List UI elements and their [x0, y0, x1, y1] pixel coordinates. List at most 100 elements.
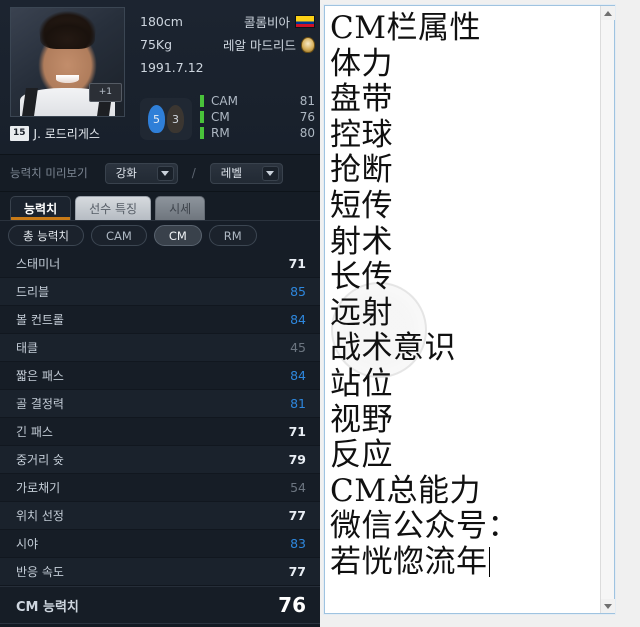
- stat-name: 짧은 패스: [16, 369, 64, 383]
- skill-moves-foot-icon: 5: [148, 105, 165, 133]
- player-birthdate: 1991.7.12: [140, 60, 204, 75]
- colombia-flag-icon: [295, 15, 315, 28]
- pill-cm[interactable]: CM: [153, 225, 202, 246]
- stat-value: 84: [290, 368, 306, 383]
- weak-foot-icon: 3: [167, 105, 184, 133]
- position-bar-icon: [200, 95, 204, 107]
- position-name: RM: [211, 126, 230, 140]
- position-value: 81: [299, 94, 315, 108]
- stat-name: 중거리 슛: [16, 453, 64, 467]
- stat-row: 가로채기 54: [0, 474, 320, 502]
- foot-rating-box: 5 3: [140, 98, 192, 140]
- stat-value: 79: [288, 452, 306, 467]
- stat-name: 스태미너: [16, 257, 61, 271]
- stat-value: 81: [290, 396, 306, 411]
- photo-mouth-shape: [56, 74, 79, 83]
- text-editor-viewport[interactable]: CM栏属性 体力 盘带 控球 抢断 短传 射术 长传 远射 战术意识 站位 视野…: [325, 6, 600, 613]
- player-name: J. 로드리게스: [33, 126, 100, 141]
- bio-row-height-nation: 180cm 콜롬비아: [140, 10, 315, 33]
- stat-row: 드리블 85: [0, 278, 320, 306]
- position-value: 76: [299, 110, 315, 124]
- stat-name: 긴 패스: [16, 425, 53, 439]
- photo-plus-badge: +1: [88, 83, 122, 102]
- stat-name: 가로채기: [16, 481, 61, 495]
- dropdown-separator: /: [191, 166, 196, 180]
- stat-row: 태클 45: [0, 334, 320, 362]
- total-ability-label: CM 능력치: [16, 599, 79, 615]
- position-bar-icon: [200, 127, 204, 139]
- tab-player-traits[interactable]: 선수 특징: [75, 196, 152, 220]
- player-bio: 180cm 콜롬비아 75Kg 레알 마드리드 1991.7.12: [140, 10, 315, 79]
- tab-market-price[interactable]: 시세: [155, 196, 206, 220]
- bio-row-weight-club: 75Kg 레알 마드리드: [140, 33, 315, 56]
- chevron-down-icon[interactable]: [261, 165, 279, 181]
- stat-name: 시야: [16, 537, 39, 551]
- tab-abilities[interactable]: 능력치: [10, 196, 72, 220]
- stat-row: 볼 컨트롤 84: [0, 306, 320, 334]
- stat-value: 84: [290, 312, 306, 327]
- stat-row: 긴 패스 71: [0, 418, 320, 446]
- editor-pane: CM栏属性 体力 盘带 控球 抢断 短传 射术 长传 远射 战术意识 站位 视野…: [320, 0, 640, 627]
- editor-scrollbar[interactable]: [600, 6, 615, 613]
- chevron-down-icon[interactable]: [156, 165, 174, 181]
- scroll-down-icon[interactable]: [601, 599, 615, 613]
- total-ability-row: CM 능력치 76: [0, 586, 320, 624]
- stat-value: 71: [288, 424, 306, 439]
- text-cursor: [488, 546, 490, 577]
- app-screen: +1 15 J. 로드리게스 180cm 콜롬비아 75Kg 레알 마드리드 1…: [0, 0, 640, 627]
- stat-row: 골 결정력 81: [0, 390, 320, 418]
- level-dropdown[interactable]: 레벨: [209, 162, 283, 184]
- stat-name: 드리블: [16, 285, 50, 299]
- position-bar-icon: [200, 111, 204, 123]
- player-detail-panel: +1 15 J. 로드리게스 180cm 콜롬비아 75Kg 레알 마드리드 1…: [0, 0, 320, 627]
- stat-value: 71: [288, 256, 306, 271]
- stat-name: 태클: [16, 341, 39, 355]
- scrollbar-track[interactable]: [601, 20, 614, 599]
- stat-value: 77: [288, 564, 306, 579]
- player-name-row: 15 J. 로드리게스: [10, 123, 126, 143]
- enhance-dropdown[interactable]: 강화: [104, 162, 178, 184]
- main-tab-bar: 능력치 선수 특징 시세: [0, 192, 320, 221]
- stat-row: 반응 속도 77: [0, 558, 320, 586]
- position-name: CM: [211, 110, 230, 124]
- player-height: 180cm: [140, 14, 183, 29]
- level-dropdown-value: 레벨: [220, 166, 242, 180]
- text-editor-content[interactable]: CM栏属性 体力 盘带 控球 抢断 短传 射术 长传 远射 战术意识 站位 视野…: [325, 6, 600, 581]
- stat-value: 85: [290, 284, 306, 299]
- stats-list: 스태미너 71 드리블 85 볼 컨트롤 84 태클 45 짧은 패스 84 골 결정력 81 긴 패스…: [0, 250, 320, 586]
- bio-row-birthdate: 1991.7.12: [140, 56, 315, 79]
- pill-total-ability[interactable]: 총 능력치: [8, 225, 84, 246]
- position-filter-pills: 총 능력치 CAM CM RM: [0, 221, 320, 250]
- pill-rm[interactable]: RM: [208, 225, 257, 246]
- stat-row: 스태미너 71: [0, 250, 320, 278]
- club-crest-icon: [301, 36, 315, 53]
- position-value: 80: [299, 126, 315, 140]
- stat-value: 54: [290, 480, 306, 495]
- scroll-up-icon[interactable]: [601, 6, 615, 20]
- stat-row: 짧은 패스 84: [0, 362, 320, 390]
- pill-cam[interactable]: CAM: [90, 225, 147, 246]
- player-weight: 75Kg: [140, 37, 173, 52]
- stat-name: 골 결정력: [16, 397, 64, 411]
- stat-name: 위치 선정: [16, 509, 64, 523]
- text-editor[interactable]: CM栏属性 体力 盘带 控球 抢断 短传 射术 长传 远射 战术意识 站位 视野…: [324, 5, 615, 614]
- player-nationality: 콜롬비아: [243, 15, 290, 30]
- position-name: CAM: [211, 94, 238, 108]
- stat-row: 위치 선정 77: [0, 502, 320, 530]
- stat-value: 77: [288, 508, 306, 523]
- jersey-number-badge: 15: [10, 125, 29, 141]
- position-row: RM 80: [200, 125, 315, 141]
- stat-name: 볼 컨트롤: [16, 313, 64, 327]
- stat-value: 83: [290, 536, 306, 551]
- position-row: CAM 81: [200, 93, 315, 109]
- total-ability-value: 76: [278, 593, 306, 617]
- player-club: 레알 마드리드: [223, 38, 296, 53]
- enhance-dropdown-value: 강화: [115, 166, 137, 180]
- stat-row: 시야 83: [0, 530, 320, 558]
- stat-name: 반응 속도: [16, 565, 64, 579]
- stat-preview-bar: 능력치 미리보기 강화 / 레벨: [0, 155, 320, 192]
- photo-hair-shape: [40, 16, 95, 50]
- stat-preview-label: 능력치 미리보기: [10, 166, 88, 180]
- player-card-header: +1 15 J. 로드리게스 180cm 콜롬비아 75Kg 레알 마드리드 1…: [0, 0, 320, 155]
- position-row: CM 76: [200, 109, 315, 125]
